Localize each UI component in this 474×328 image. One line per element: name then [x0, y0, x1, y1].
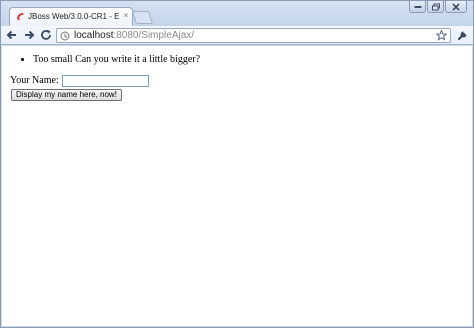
forward-arrow-icon[interactable] — [22, 28, 36, 42]
message-list: Too small Can you write it a little bigg… — [23, 53, 200, 66]
display-name-button[interactable]: Display my name here, now! — [11, 89, 122, 101]
page-info-icon[interactable] — [60, 31, 70, 41]
address-bar[interactable]: localhost:8080/SimpleAjax/ — [56, 28, 451, 43]
tab-active[interactable]: JBoss Web/3.0.0-CR1 - Error × — [9, 7, 133, 26]
list-item: Too small Can you write it a little bigg… — [33, 53, 200, 66]
reload-icon[interactable] — [39, 28, 53, 42]
url-text: localhost:8080/SimpleAjax/ — [74, 29, 194, 42]
restore-icon — [431, 3, 440, 10]
url-host: localhost — [74, 30, 114, 41]
toolbar: localhost:8080/SimpleAjax/ — [1, 26, 473, 45]
restore-button[interactable] — [427, 1, 444, 13]
window-controls — [409, 1, 467, 14]
minimize-icon — [414, 5, 421, 8]
browser-window: JBoss Web/3.0.0-CR1 - Error × — [0, 0, 474, 328]
tab-strip: JBoss Web/3.0.0-CR1 - Error × — [1, 1, 473, 26]
jboss-favicon-icon — [16, 12, 24, 21]
url-path: :8080/SimpleAjax/ — [113, 30, 195, 41]
new-tab-button[interactable] — [131, 11, 154, 24]
tab-title: JBoss Web/3.0.0-CR1 - Error — [28, 12, 120, 21]
wrench-icon[interactable] — [456, 28, 470, 42]
page-content: Too small Can you write it a little bigg… — [2, 46, 472, 326]
close-window-button[interactable] — [445, 1, 467, 13]
star-icon[interactable] — [436, 30, 447, 41]
close-icon — [452, 2, 460, 11]
name-input[interactable] — [61, 74, 149, 87]
name-form-row: Your Name: — [10, 74, 149, 87]
minimize-button[interactable] — [409, 1, 426, 13]
name-label: Your Name: — [10, 75, 59, 86]
back-arrow-icon[interactable] — [5, 28, 19, 42]
tab-close-icon[interactable]: × — [121, 10, 131, 22]
